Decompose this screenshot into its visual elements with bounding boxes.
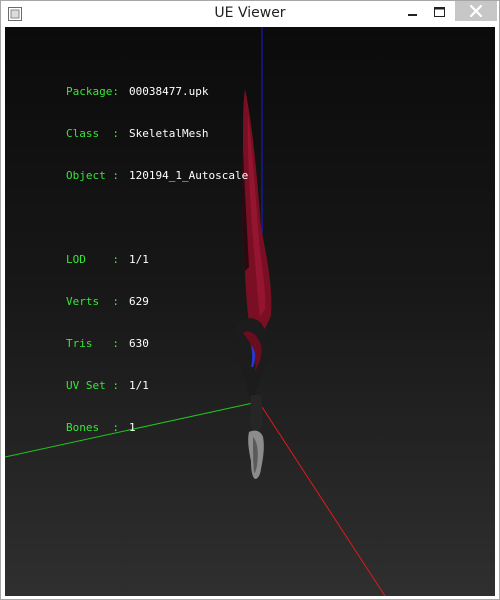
info-label: Object : [65, 169, 119, 182]
info-value: 00038477.upk [128, 85, 209, 98]
info-row-lod: LOD : 1/1 [13, 239, 248, 266]
info-value: SkeletalMesh [128, 127, 209, 140]
close-icon [470, 5, 482, 17]
x-axis-line [261, 406, 386, 596]
info-value: 1/1 [128, 253, 149, 266]
info-row-uv-set: UV Set : 1/1 [13, 365, 248, 392]
info-row-object: Object : 120194_1_Autoscale [13, 155, 248, 182]
maximize-button[interactable] [425, 1, 453, 23]
info-value: 120194_1_Autoscale [128, 169, 249, 182]
info-value: 629 [128, 295, 149, 308]
minimize-button[interactable] [399, 1, 427, 23]
close-button[interactable] [455, 1, 497, 21]
info-value: 630 [128, 337, 149, 350]
info-row-verts: Verts : 629 [13, 281, 248, 308]
info-row-bones: Bones : 1 [13, 407, 248, 434]
info-label: Verts : [65, 295, 119, 308]
maximize-icon [433, 7, 445, 17]
info-value: 1 [128, 421, 136, 434]
info-label: Package: [65, 85, 119, 98]
sword-hilt [250, 395, 263, 432]
info-row-package: Package: 00038477.upk [13, 71, 248, 98]
info-row-tris: Tris : 630 [13, 323, 248, 350]
minimize-icon [408, 14, 417, 16]
info-label: LOD : [65, 253, 119, 266]
mesh-info-overlay: Package: 00038477.upk Class : SkeletalMesh… [13, 43, 248, 449]
3d-viewport[interactable]: Package: 00038477.upk Class : SkeletalMesh… [5, 27, 495, 596]
info-label: Tris : [65, 337, 119, 350]
title-bar[interactable]: UE Viewer [1, 1, 499, 27]
ue-viewer-window: UE Viewer Package: 00038477.upk Class: … [0, 0, 500, 600]
info-label: UV Set : [65, 379, 119, 392]
info-value: 1/1 [128, 379, 149, 392]
info-label: Bones : [65, 421, 119, 434]
info-label: Class : [65, 127, 119, 140]
info-row-class: Class : SkeletalMesh [13, 113, 248, 140]
